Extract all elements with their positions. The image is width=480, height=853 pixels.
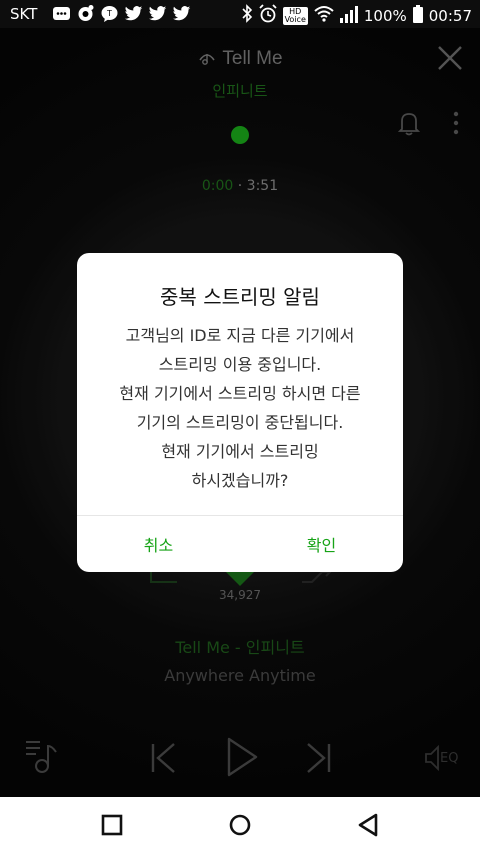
status-bar: SKT T HD Voice 100% 00:57 [0,0,480,28]
notification-icons: T [52,4,191,23]
dialog-message-line: 기기의 스트리밍이 중단됩니다. [136,413,344,432]
dialog-message-line: 하시겠습니까? [191,471,289,490]
kakaotalk-icon: T [100,4,119,23]
confirm-button[interactable]: 확인 [240,516,403,572]
carrier-label: SKT [10,5,38,23]
dialog-title: 중복 스트리밍 알림 [160,285,320,309]
duplicate-streaming-dialog: 중복 스트리밍 알림 고객님의 ID로 지금 다른 기기에서 스트리밍 이용 중… [77,253,403,572]
back-icon[interactable] [354,811,382,839]
battery-icon [412,4,423,27]
clock: 00:57 [428,6,472,25]
system-status: HD Voice 100% 00:57 [241,4,472,27]
chat-icon [52,4,71,23]
dialog-message-line: 고객님의 ID로 지금 다른 기기에서 [125,326,355,345]
wifi-icon [314,5,334,26]
dialog-message-line: 현재 기기에서 스트리밍 [161,442,319,461]
cancel-button[interactable]: 취소 [77,516,240,572]
signal-icon [339,5,358,27]
music-app-icon [76,4,95,23]
dialog-message-line: 스트리밍 이용 중입니다. [158,355,322,374]
navigation-bar [0,797,480,853]
bluetooth-icon [241,4,253,27]
twitter-icon [172,4,191,23]
dialog-message-line: 현재 기기에서 스트리밍 하시면 다른 [119,384,361,403]
svg-text:T: T [106,9,112,18]
recent-apps-icon[interactable] [98,811,126,839]
twitter-icon [148,4,167,23]
twitter-icon [124,4,143,23]
alarm-icon [258,4,277,27]
battery-percent: 100% [363,6,407,25]
hd-voice-icon: HD Voice [282,6,308,25]
home-icon[interactable] [226,811,254,839]
dialog-message: 고객님의 ID로 지금 다른 기기에서 스트리밍 이용 중입니다. 현재 기기에… [77,321,403,495]
